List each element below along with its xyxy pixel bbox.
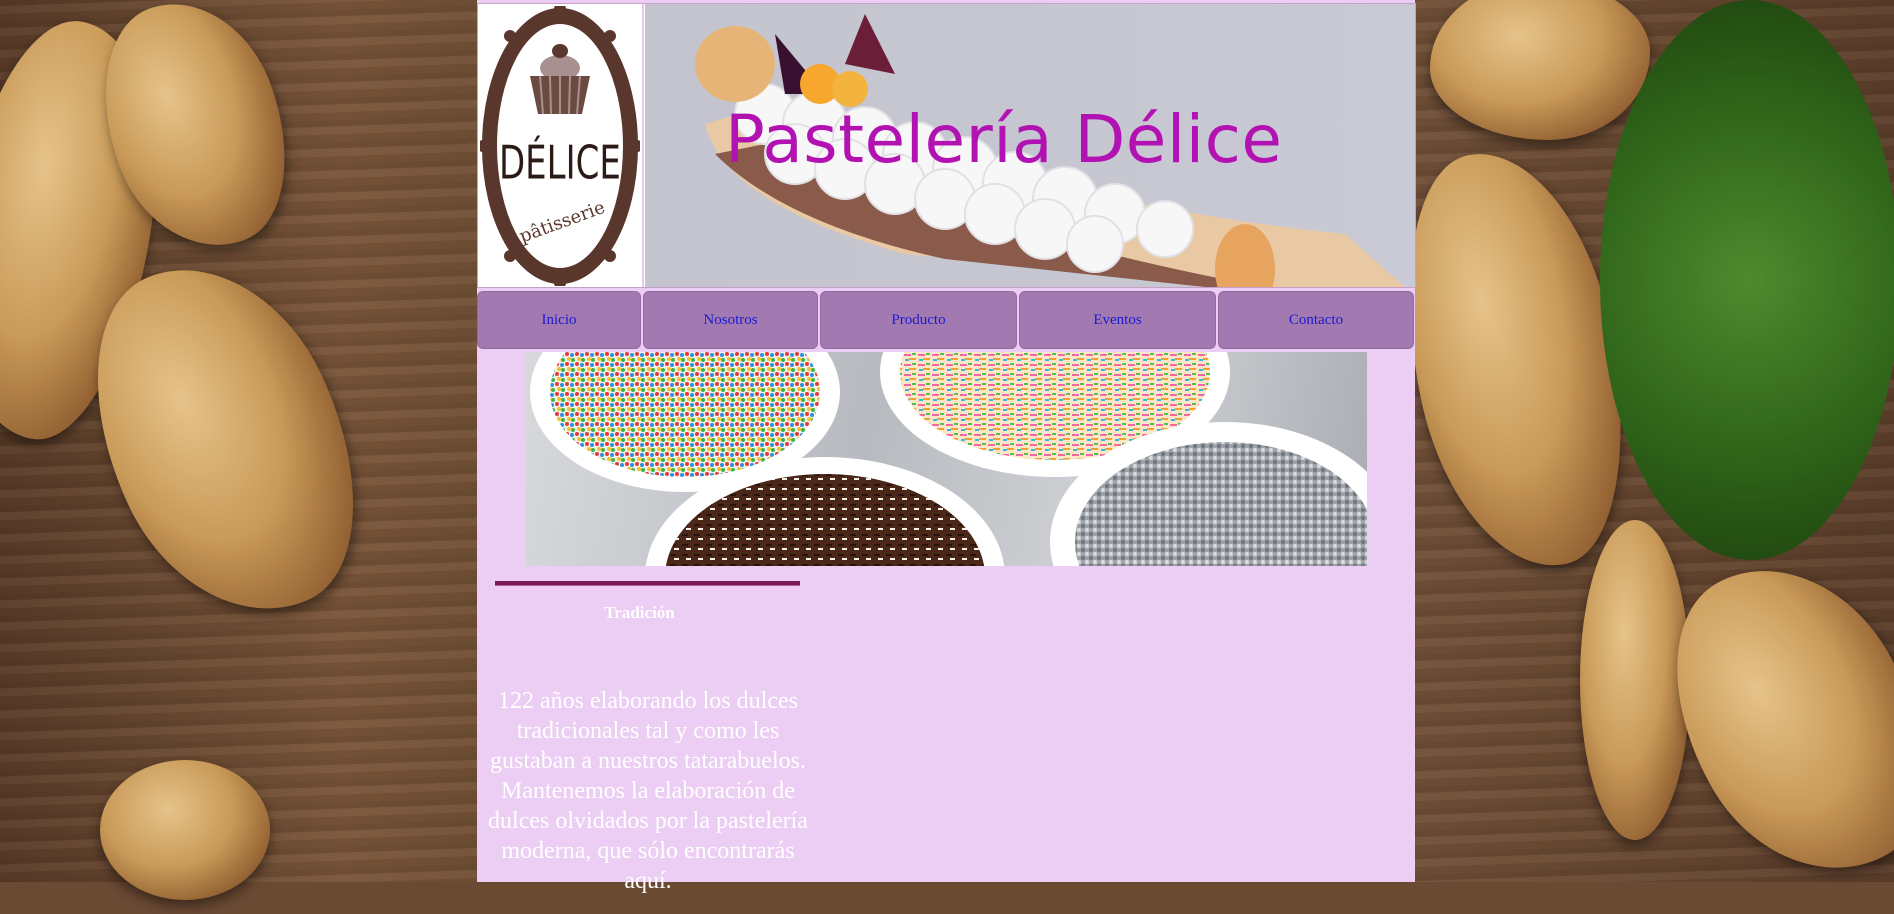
nav-item-inicio[interactable]: Inicio [477, 291, 641, 349]
logo[interactable]: DÉLICE pâtisserie [478, 4, 644, 287]
page-container: DÉLICE pâtisserie Pastelería Délice Inic… [477, 0, 1416, 894]
logo-text: DÉLICE [499, 135, 621, 190]
sprinkles-bowls-icon [530, 352, 1367, 566]
cupcake-logo-icon: DÉLICE pâtisserie [480, 6, 640, 286]
herbs-image [1600, 0, 1894, 560]
main-nav: Inicio Nosotros Producto Eventos Contact… [477, 291, 1414, 349]
banner-image: Pastelería Délice [645, 4, 1415, 287]
section-divider [495, 581, 800, 586]
bread-image [100, 760, 270, 900]
nav-item-producto[interactable]: Producto [820, 291, 1017, 349]
section-text: 122 años elaborando los dulces tradicion… [488, 688, 808, 894]
nav-item-nosotros[interactable]: Nosotros [643, 291, 818, 349]
nav-item-contacto[interactable]: Contacto [1218, 291, 1414, 349]
section-title: Tradición [604, 603, 675, 622]
nav-item-eventos[interactable]: Eventos [1019, 291, 1216, 349]
header: DÉLICE pâtisserie Pastelería Délice [477, 3, 1416, 288]
site-title: Pastelería Délice [725, 101, 1283, 178]
sprinkles-image [525, 352, 1367, 566]
bread-image [1580, 520, 1690, 840]
